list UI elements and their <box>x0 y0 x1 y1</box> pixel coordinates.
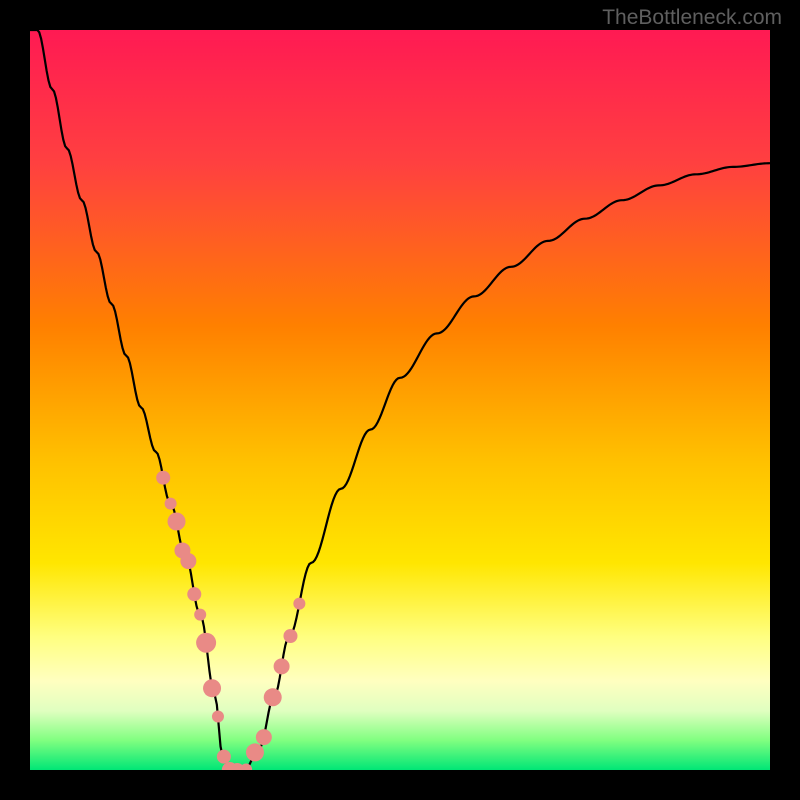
data-dot <box>168 513 186 531</box>
data-dot <box>196 633 216 653</box>
gradient-background <box>30 30 770 770</box>
data-dot <box>156 471 170 485</box>
data-dot <box>293 598 305 610</box>
data-dot <box>187 587 201 601</box>
data-dot <box>203 679 221 697</box>
data-dot <box>217 750 231 764</box>
plot-area <box>30 30 770 770</box>
data-dot <box>194 609 206 621</box>
data-dot <box>274 658 290 674</box>
data-dot <box>165 498 177 510</box>
data-dot <box>283 629 297 643</box>
bottleneck-chart <box>30 30 770 770</box>
data-dot <box>256 729 272 745</box>
data-dot <box>264 688 282 706</box>
data-dot <box>180 553 196 569</box>
chart-container: TheBottleneck.com <box>0 0 800 800</box>
data-dot <box>212 710 224 722</box>
data-dot <box>246 743 264 761</box>
watermark-text: TheBottleneck.com <box>602 6 782 30</box>
